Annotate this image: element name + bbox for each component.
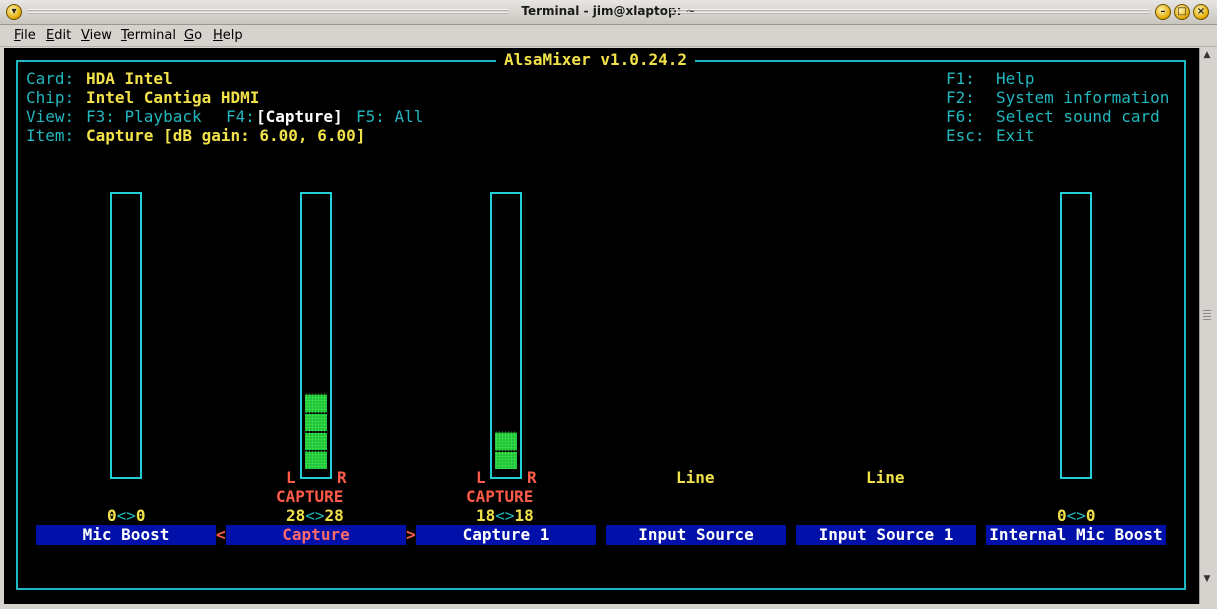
input-source-1-label[interactable]: Input Source 1 [796, 525, 976, 545]
view-f4-capture[interactable]: [Capture] [256, 107, 343, 126]
capture-value: 28<>28 [286, 506, 344, 525]
terminal-scrollbar[interactable]: ▲ ▼ [1199, 48, 1213, 604]
selection-marker-left: < [216, 525, 226, 544]
key-esc: Esc: [946, 126, 985, 145]
capture-1-level-bar[interactable] [490, 192, 522, 479]
capture-1-left-channel: L [476, 468, 486, 487]
capture-left-channel: L [286, 468, 296, 487]
mic-boost-level-bar[interactable] [110, 192, 142, 479]
scroll-down-icon[interactable]: ▼ [1201, 574, 1213, 586]
scroll-up-icon[interactable]: ▲ [1201, 50, 1213, 62]
key-f6: F6: [946, 107, 975, 126]
key-esc-desc: Exit [996, 126, 1035, 145]
menu-terminal[interactable]: Terminal [121, 28, 176, 43]
key-f2: F2: [946, 88, 975, 107]
window-titlebar[interactable]: ▾ Terminal - jim@xlaptop: ~ – □ × [0, 0, 1217, 25]
card-value: HDA Intel [86, 69, 173, 88]
maximize-icon[interactable]: □ [1174, 4, 1190, 20]
mic-boost-value: 0<>0 [107, 506, 146, 525]
menu-edit[interactable]: Edit [46, 28, 71, 43]
item-value: Capture [dB gain: 6.00, 6.00] [86, 126, 366, 145]
scrollbar-grip[interactable] [1203, 310, 1211, 320]
menu-go[interactable]: Go [184, 28, 202, 43]
alsamixer-title: AlsaMixer v1.0.24.2 [496, 50, 696, 69]
chip-label: Chip: [26, 88, 75, 107]
terminal-screen[interactable]: AlsaMixer v1.0.24.2 Card: HDA Intel Chip… [4, 48, 1199, 604]
card-label: Card: [26, 69, 75, 88]
menu-file[interactable]: File [14, 28, 36, 43]
input-source-label[interactable]: Input Source [606, 525, 786, 545]
capture-1-value: 18<>18 [476, 506, 534, 525]
internal-mic-boost-value: 0<>0 [1057, 506, 1096, 525]
key-f6-desc: Select sound card [996, 107, 1160, 126]
input-source-1-value[interactable]: Line [866, 468, 905, 487]
key-f2-desc: System information [996, 88, 1170, 107]
internal-mic-boost-level-bar[interactable] [1060, 192, 1092, 479]
view-label: View: [26, 107, 75, 126]
key-f1: F1: [946, 69, 975, 88]
selection-marker-right: > [406, 525, 416, 544]
input-source-value[interactable]: Line [676, 468, 715, 487]
capture-1-switch-label[interactable]: CAPTURE [466, 487, 533, 506]
capture-1-level-fill [495, 431, 517, 469]
titlebar-grip-right [670, 9, 1150, 15]
view-f3-playback[interactable]: F3: Playback [86, 107, 202, 126]
view-f5-all[interactable]: F5: All [356, 107, 423, 126]
capture-label[interactable]: Capture [226, 525, 406, 545]
mic-boost-label[interactable]: Mic Boost [36, 525, 216, 545]
capture-level-bar[interactable] [300, 192, 332, 479]
key-f1-desc: Help [996, 69, 1035, 88]
minimize-icon[interactable]: – [1155, 4, 1171, 20]
capture-right-channel: R [337, 468, 347, 487]
capture-1-label[interactable]: Capture 1 [416, 525, 596, 545]
menu-help[interactable]: Help [213, 28, 243, 43]
capture-1-right-channel: R [527, 468, 537, 487]
menu-view[interactable]: View [81, 28, 112, 43]
close-icon[interactable]: × [1193, 4, 1209, 20]
menu-bar: File Edit View Terminal Go Help [0, 25, 1217, 47]
view-f4-key: F4: [226, 107, 255, 126]
capture-level-fill [305, 393, 327, 469]
chip-value: Intel Cantiga HDMI [86, 88, 260, 107]
item-label: Item: [26, 126, 75, 145]
internal-mic-boost-label[interactable]: Internal Mic Boost [986, 525, 1166, 545]
capture-switch-label[interactable]: CAPTURE [276, 487, 343, 506]
